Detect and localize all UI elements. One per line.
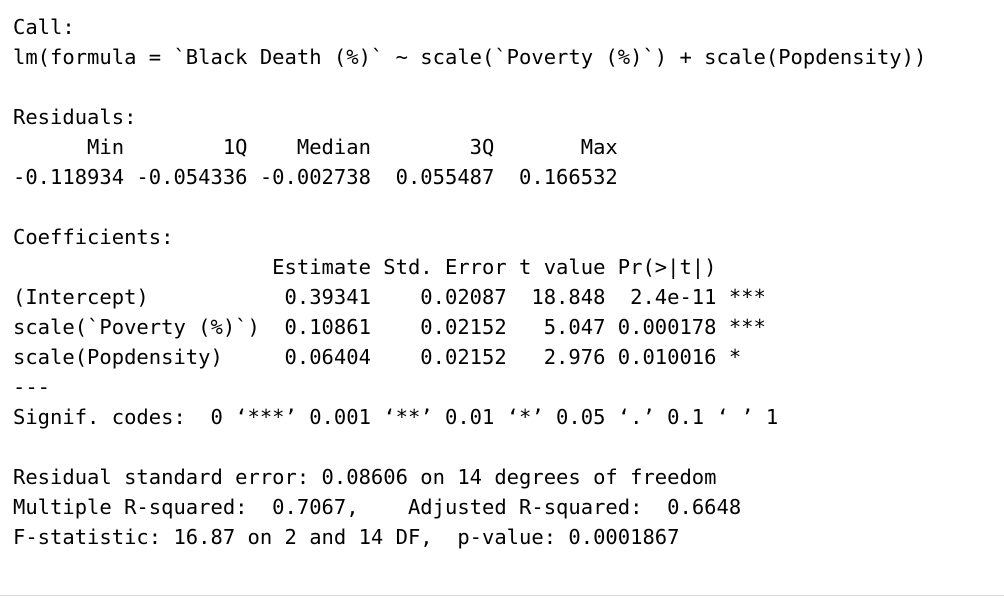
r-squared: Multiple R-squared: 0.7067, Adjusted R-s… [13,495,754,519]
blank-line [13,72,1004,102]
coefficient-row-popdensity: scale(Popdensity) 0.06404 0.02152 2.976 … [13,345,766,369]
signif-separator: --- [13,375,51,399]
signif-codes: Signif. codes: 0 ‘***’ 0.001 ‘**’ 0.01 ‘… [13,405,779,429]
blank-line [13,432,1004,462]
call-heading: Call: [13,15,75,39]
call-formula: lm(formula = `Black Death (%)` ~ scale(`… [13,45,927,69]
coefficients-heading: Coefficients: [13,225,174,249]
residual-standard-error: Residual standard error: 0.08606 on 14 d… [13,465,717,489]
f-statistic: F-statistic: 16.87 on 2 and 14 DF, p-val… [13,525,680,549]
blank-line [13,192,1004,222]
coefficients-header: Estimate Std. Error t value Pr(>|t|) [13,255,766,279]
residuals-heading: Residuals: [13,105,137,129]
residuals-values: -0.118934 -0.054336 -0.002738 0.055487 0… [13,165,631,189]
coefficient-row-poverty: scale(`Poverty (%)`) 0.10861 0.02152 5.0… [13,315,766,339]
residuals-header: Min 1Q Median 3Q Max [13,135,631,159]
coefficient-row-intercept: (Intercept) 0.39341 0.02087 18.848 2.4e-… [13,285,766,309]
r-console-output: Call: lm(formula = `Black Death (%)` ~ s… [0,0,1004,596]
